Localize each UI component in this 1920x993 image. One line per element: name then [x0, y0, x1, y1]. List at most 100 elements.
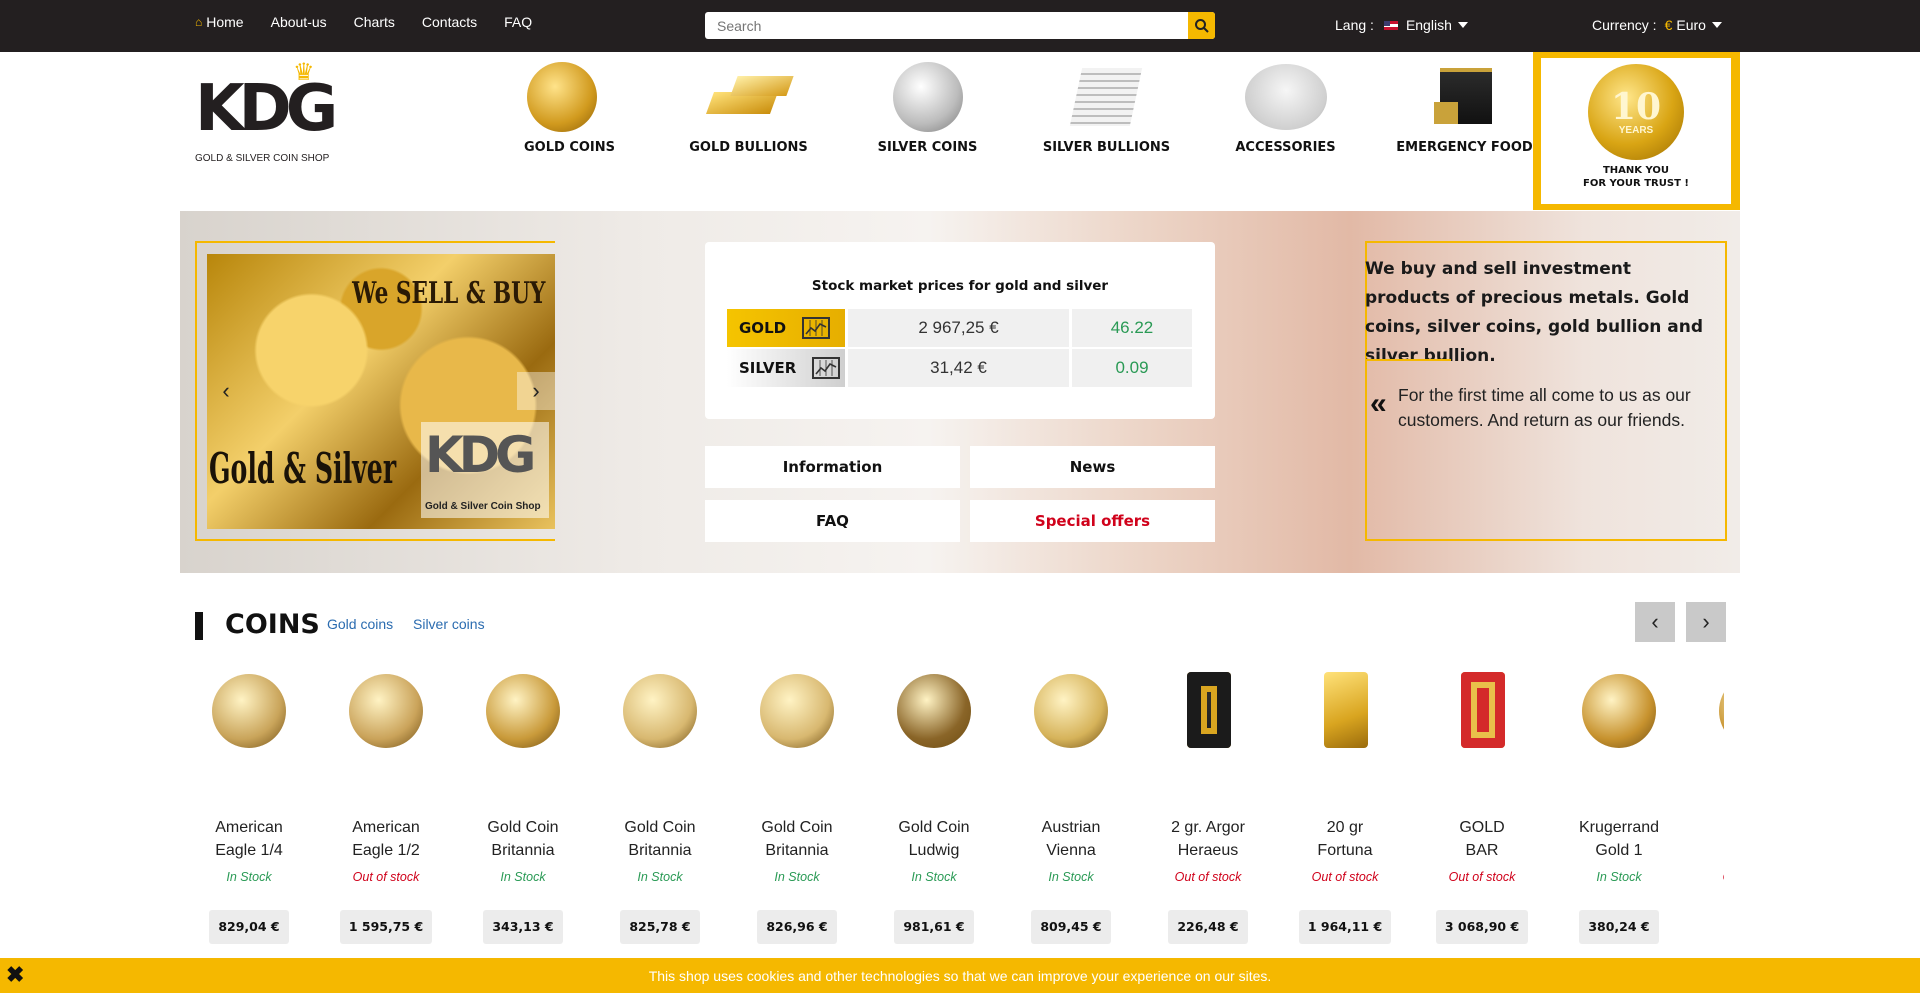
- product-card[interactable]: GOLD BAR Out of stock 3 068,90 €: [1427, 660, 1537, 944]
- product-shape: [1324, 672, 1368, 748]
- product-shape: [760, 674, 834, 748]
- lang-label: Lang :: [1335, 17, 1374, 33]
- product-image[interactable]: [619, 670, 701, 752]
- category-silver-bullions[interactable]: SILVER BULLIONS: [1017, 58, 1196, 155]
- product-name[interactable]: GOLD BAR: [1427, 816, 1537, 862]
- chevron-down-icon: [1711, 22, 1722, 28]
- category-silver-coins[interactable]: SILVER COINS: [838, 58, 1017, 155]
- stock-status: Out of stock: [1701, 870, 1724, 884]
- product-card[interactable]: American Eagle 1/2 Out of stock 1 595,75 €: [331, 660, 441, 944]
- nav-about-us[interactable]: About-us: [271, 14, 327, 30]
- carousel-next-button[interactable]: ›: [1686, 602, 1726, 642]
- product-card[interactable]: American Eagle 1/4 In Stock 829,04 €: [194, 660, 304, 944]
- stock-status: In Stock: [774, 870, 820, 884]
- product-card[interactable]: Gold Coin Britannia In Stock 343,13 €: [468, 660, 578, 944]
- currency-selector[interactable]: Currency : € Euro: [1592, 17, 1722, 33]
- product-shape: [1582, 674, 1656, 748]
- product-card[interactable]: Gold Coin Britannia In Stock 825,78 €: [605, 660, 715, 944]
- product-image[interactable]: [1441, 670, 1523, 752]
- product-name-line: Austrian: [1041, 819, 1101, 836]
- carousel-prev-button[interactable]: ‹: [1635, 602, 1675, 642]
- product-image[interactable]: [1715, 670, 1724, 752]
- nav-charts[interactable]: Charts: [354, 14, 395, 30]
- chevron-right-icon: ›: [1702, 609, 1710, 634]
- gold-coins-link[interactable]: Gold coins: [327, 616, 393, 632]
- product-name-line: 2 gr. Argor: [1171, 819, 1245, 836]
- product-name[interactable]: 20 gr Fortuna: [1290, 816, 1400, 862]
- product-price: 981,61 €: [894, 910, 974, 944]
- product-image[interactable]: [1167, 670, 1249, 752]
- nav-faq[interactable]: FAQ: [504, 14, 532, 30]
- quote-icon: «: [1370, 387, 1387, 420]
- slider-image[interactable]: We SELL & BUY Gold & Silver KDG Gold & S…: [207, 254, 555, 529]
- logo-mark: KDG: [195, 72, 338, 146]
- search-button[interactable]: [1188, 12, 1215, 39]
- special-offers-button[interactable]: Special offers: [970, 500, 1215, 542]
- news-button[interactable]: News: [970, 446, 1215, 488]
- product-name[interactable]: Gold Coin Britannia: [742, 816, 852, 862]
- category-emergency-food[interactable]: EMERGENCY FOOD: [1375, 58, 1554, 155]
- slider-prev-button[interactable]: ‹: [207, 372, 245, 410]
- product-shape: [486, 674, 560, 748]
- chart-icon: [802, 317, 831, 339]
- product-name-line: Gold Coin: [487, 819, 559, 836]
- nav-home[interactable]: ⌂ Home: [195, 14, 244, 30]
- metal-prices-panel: Stock market prices for gold and silver …: [705, 242, 1215, 419]
- emergency-food-image: [1420, 58, 1510, 134]
- product-card[interactable]: GoldRandOut of stock1 €: [1701, 660, 1724, 944]
- product-name[interactable]: American Eagle 1/2: [331, 816, 441, 862]
- product-image[interactable]: [1030, 670, 1112, 752]
- product-name[interactable]: Gold Coin Britannia: [605, 816, 715, 862]
- product-card[interactable]: Krugerrand Gold 1 In Stock 380,24 €: [1564, 660, 1674, 944]
- product-image[interactable]: [893, 670, 975, 752]
- silver-label-cell[interactable]: SILVER: [727, 349, 845, 387]
- slider-next-button[interactable]: ›: [517, 372, 555, 410]
- nav-contacts[interactable]: Contacts: [422, 14, 477, 30]
- product-card[interactable]: Gold Coin Ludwig In Stock 981,61 €: [879, 660, 989, 944]
- product-name[interactable]: 2 gr. Argor Heraeus: [1153, 816, 1263, 862]
- product-name[interactable]: Austrian Vienna: [1016, 816, 1126, 862]
- product-name[interactable]: Gold Coin Britannia: [468, 816, 578, 862]
- product-image[interactable]: [756, 670, 838, 752]
- product-card[interactable]: 20 gr Fortuna Out of stock 1 964,11 €: [1290, 660, 1400, 944]
- laurel-medal-icon: 10 YEARS: [1588, 64, 1684, 160]
- information-button[interactable]: Information: [705, 446, 960, 488]
- category-gold-bullions[interactable]: GOLD BULLIONS: [659, 58, 838, 155]
- product-name[interactable]: Gold Coin Ludwig: [879, 816, 989, 862]
- slide-logo-sub: Gold & Silver Coin Shop: [425, 501, 541, 512]
- product-image[interactable]: [482, 670, 564, 752]
- stock-status: In Stock: [226, 870, 272, 884]
- badge-thanks: THANK YOU FOR YOUR TRUST !: [1541, 164, 1731, 190]
- product-card[interactable]: Austrian Vienna In Stock 809,45 €: [1016, 660, 1126, 944]
- category-accessories[interactable]: ACCESSORIES: [1196, 58, 1375, 155]
- product-image[interactable]: [208, 670, 290, 752]
- product-card[interactable]: 2 gr. Argor Heraeus Out of stock 226,48 €: [1153, 660, 1263, 944]
- silver-bullions-image: [1062, 58, 1152, 134]
- product-name-line: Eagle 1/4: [215, 842, 283, 859]
- product-name-line: American: [215, 819, 283, 836]
- product-price: 825,78 €: [620, 910, 700, 944]
- stock-status: Out of stock: [1448, 870, 1516, 884]
- product-name[interactable]: GoldRand: [1701, 816, 1724, 862]
- silver-coins-image: [883, 58, 973, 134]
- product-card[interactable]: Gold Coin Britannia In Stock 826,96 €: [742, 660, 852, 944]
- product-price: 826,96 €: [757, 910, 837, 944]
- product-name[interactable]: Krugerrand Gold 1: [1564, 816, 1674, 862]
- gold-label-cell[interactable]: GOLD: [727, 309, 845, 347]
- search-input[interactable]: [705, 12, 1175, 39]
- product-name-line: 20 gr: [1326, 819, 1364, 836]
- silver-coins-link[interactable]: Silver coins: [413, 616, 485, 632]
- product-name-line: Ludwig: [908, 842, 960, 859]
- faq-button[interactable]: FAQ: [705, 500, 960, 542]
- product-image[interactable]: [345, 670, 427, 752]
- product-name[interactable]: American Eagle 1/4: [194, 816, 304, 862]
- prices-title: Stock market prices for gold and silver: [811, 278, 1109, 294]
- product-image[interactable]: [1578, 670, 1660, 752]
- close-icon[interactable]: ✖: [6, 964, 24, 986]
- anniversary-badge[interactable]: 10 YEARS THANK YOU FOR YOUR TRUST !: [1533, 52, 1740, 210]
- product-image[interactable]: [1304, 670, 1386, 752]
- category-label: EMERGENCY FOOD: [1396, 140, 1533, 155]
- category-gold-coins[interactable]: GOLD COINS: [480, 58, 659, 155]
- site-logo[interactable]: ♛ KDG GOLD & SILVER COIN SHOP: [195, 58, 338, 168]
- language-selector[interactable]: Lang : English: [1335, 17, 1468, 33]
